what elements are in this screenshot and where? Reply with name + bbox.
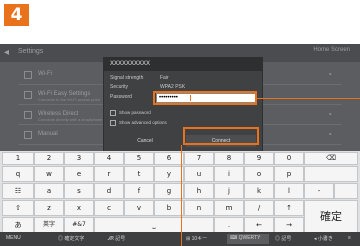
device-screen: ◂ Settings Home Screen Wi-Fi ◔ Wi-Fi Eas…	[0, 44, 360, 246]
key-i[interactable]: i	[214, 166, 244, 182]
key-g[interactable]: g	[154, 183, 184, 199]
key-v[interactable]: v	[124, 200, 154, 216]
key-w[interactable]: w	[34, 166, 64, 182]
security: Security WPA2 PSK	[110, 84, 185, 90]
key-u[interactable]: u	[184, 166, 214, 182]
wifi-icon: ◔	[327, 130, 332, 139]
signal-strength: Signal strength Fair	[110, 75, 169, 81]
security-label: Security	[110, 84, 129, 90]
key-b[interactable]: b	[154, 200, 184, 216]
key-f[interactable]: f	[124, 183, 154, 199]
key-9[interactable]: 9	[244, 152, 274, 165]
show-password-label: Show password	[119, 110, 151, 116]
key-p[interactable]: p	[274, 166, 304, 182]
toolbar-item-3[interactable]: ⊞ 10キー	[186, 235, 207, 242]
checkbox-icon[interactable]	[110, 110, 116, 116]
key-n[interactable]: n	[184, 200, 214, 216]
key-m[interactable]: m	[214, 200, 244, 216]
key-2[interactable]: 2	[34, 152, 64, 165]
keyboard-layout-key[interactable]: ☷	[2, 183, 34, 199]
shift-key[interactable]: ⇧	[2, 200, 34, 216]
key-slash[interactable]: /	[244, 200, 274, 216]
key-4[interactable]: 4	[94, 152, 124, 165]
toolbar-item-2[interactable]: ᏗᏒ 記号	[108, 235, 125, 242]
step-badge: 4	[4, 4, 29, 26]
key-q[interactable]: q	[2, 166, 34, 182]
blank-key-2[interactable]	[334, 183, 358, 199]
key-x[interactable]: x	[64, 200, 94, 216]
key-3[interactable]: 3	[64, 152, 94, 165]
show-advanced-label: Show advanced options	[119, 120, 167, 126]
back-icon[interactable]: ◂	[4, 48, 14, 58]
row-label: Manual	[38, 131, 58, 137]
bottom-toolbar: MENU ◎ 確定文字 ᏗᏒ 記号 ⊞ 10キー ⌨ QWERTY ◎ 記号 ◂…	[0, 232, 360, 246]
key-z[interactable]: z	[34, 200, 64, 216]
row-sub: Connects directly with a smartphone	[38, 117, 103, 122]
symbols-key[interactable]: #&7	[64, 217, 94, 233]
key-d[interactable]: d	[94, 183, 124, 199]
left-arrow-key[interactable]: ←	[244, 217, 274, 233]
security-value: WPA2 PSK	[160, 84, 186, 90]
signal-strength-value: Fair	[160, 75, 169, 81]
menu-button[interactable]: MENU	[6, 235, 21, 241]
key-0[interactable]: 0	[274, 152, 304, 165]
checkbox-icon	[24, 71, 32, 79]
cancel-button[interactable]: Cancel	[110, 135, 180, 147]
alphabet-key[interactable]: 英字	[34, 217, 64, 233]
wifi-icon: ◔	[327, 110, 332, 119]
space-key[interactable]: ⎵	[94, 217, 214, 233]
checkbox-icon[interactable]	[110, 120, 116, 126]
connect-callout-line	[181, 145, 182, 246]
connect-callout-highlight	[183, 127, 259, 145]
key-y[interactable]: y	[154, 166, 184, 182]
password-callout-highlight	[153, 91, 257, 105]
toolbar-item-6[interactable]: ◂ 小書き	[314, 235, 333, 242]
key-1[interactable]: 1	[2, 152, 34, 165]
dot-key[interactable]: .	[214, 217, 244, 233]
key-5[interactable]: 5	[124, 152, 154, 165]
key-t[interactable]: t	[124, 166, 154, 182]
key-r[interactable]: r	[94, 166, 124, 182]
toolbar-item-1[interactable]: ◎ 確定文字	[58, 235, 84, 242]
key-h[interactable]: h	[184, 183, 214, 199]
key-a[interactable]: a	[34, 183, 64, 199]
key-k[interactable]: k	[244, 183, 274, 199]
wifi-icon: ◔	[327, 70, 332, 79]
key-6[interactable]: 6	[154, 152, 184, 165]
checkbox-icon	[24, 91, 32, 99]
key-s[interactable]: s	[64, 183, 94, 199]
row-label: Wi-Fi	[38, 71, 52, 77]
key-j[interactable]: j	[214, 183, 244, 199]
checkbox-icon	[24, 131, 32, 139]
blank-key[interactable]	[304, 166, 358, 182]
toolbar-item-4[interactable]: ⌨ QWERTY	[230, 235, 260, 241]
key-e[interactable]: e	[64, 166, 94, 182]
dialog-title: XXXXXXXXXX	[104, 58, 262, 71]
key-7[interactable]: 7	[184, 152, 214, 165]
password-label: Password	[110, 94, 132, 100]
toolbar-item-7[interactable]: ≡	[348, 235, 351, 241]
screen-title: Settings	[18, 48, 44, 55]
home-button[interactable]: Home Screen	[313, 47, 350, 53]
key-c[interactable]: c	[94, 200, 124, 216]
show-advanced-option[interactable]: Show advanced options	[110, 120, 167, 126]
row-sub: Connects to the Wi-Fi access point	[38, 97, 100, 102]
toolbar-item-5[interactable]: ◎ 記号	[275, 235, 291, 242]
key-up-arrow[interactable]: ↑	[274, 200, 304, 216]
show-password-option[interactable]: Show password	[110, 110, 151, 116]
backspace-key[interactable]: ⌫	[304, 152, 358, 165]
key-o[interactable]: o	[244, 166, 274, 182]
key-l[interactable]: l	[274, 183, 304, 199]
input-mode-key[interactable]: あ	[2, 217, 34, 233]
right-arrow-key[interactable]: →	[274, 217, 304, 233]
key-8[interactable]: 8	[214, 152, 244, 165]
key-hyphen[interactable]: -	[304, 183, 334, 199]
confirm-key[interactable]: 確定	[304, 200, 358, 233]
password-callout-line	[257, 98, 360, 99]
checkbox-icon	[24, 111, 32, 119]
signal-strength-label: Signal strength	[110, 75, 144, 81]
